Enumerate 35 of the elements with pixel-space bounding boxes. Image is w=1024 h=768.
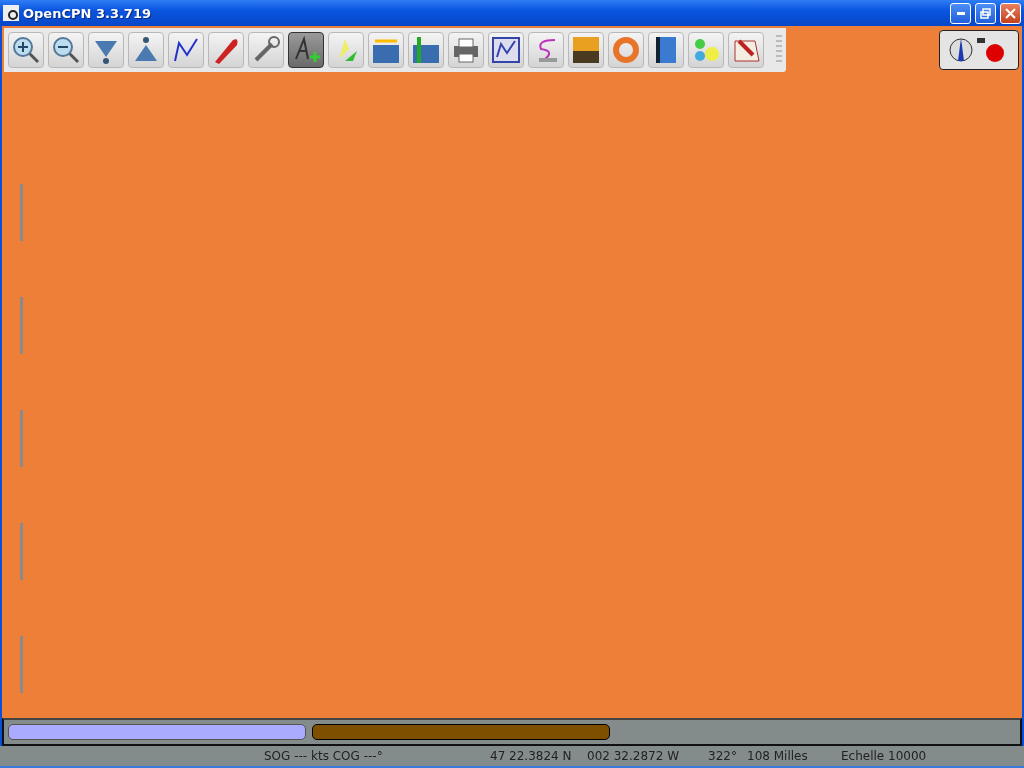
toolbar-button[interactable] — [568, 32, 604, 68]
zoom-out-icon — [51, 35, 81, 65]
scale-tick — [20, 297, 23, 354]
chart-key[interactable] — [312, 724, 610, 740]
scale-tick — [20, 523, 23, 580]
scale-tick — [20, 636, 23, 693]
status-text: SOG --- kts COG ---° — [264, 749, 384, 763]
sunset-icon — [571, 35, 601, 65]
close-button[interactable] — [1000, 2, 1021, 24]
toolbar-button[interactable] — [648, 32, 684, 68]
restore-button[interactable] — [975, 2, 996, 24]
status-text: 322° — [708, 749, 738, 763]
chart-key[interactable] — [8, 724, 306, 740]
toolbar-button[interactable] — [8, 32, 44, 68]
scale-tick — [20, 184, 23, 241]
minimize-icon — [956, 11, 965, 15]
window-title: OpenCPN 3.3.719 — [23, 5, 152, 21]
status-text: 47 22.3824 N — [490, 749, 573, 763]
status-text: 108 Milles — [747, 749, 809, 763]
status-text: 002 32.2872 W — [587, 749, 681, 763]
zoom-in-icon — [11, 35, 41, 65]
toolbar-button[interactable] — [48, 32, 84, 68]
close-icon — [1005, 7, 1016, 19]
toolbar-button[interactable] — [168, 32, 204, 68]
restore-icon — [980, 7, 991, 19]
scale-tick — [20, 410, 23, 467]
route-list-icon — [491, 35, 521, 65]
printer-icon — [451, 35, 481, 65]
status-text: Echelle 10000 — [841, 749, 928, 763]
lifebuoy-icon — [611, 35, 641, 65]
toolbar-button[interactable] — [288, 32, 324, 68]
app-logo-icon — [3, 5, 19, 21]
toolbar-button[interactable] — [488, 32, 524, 68]
current-icon — [411, 35, 441, 65]
minimize-button[interactable] — [950, 2, 971, 24]
